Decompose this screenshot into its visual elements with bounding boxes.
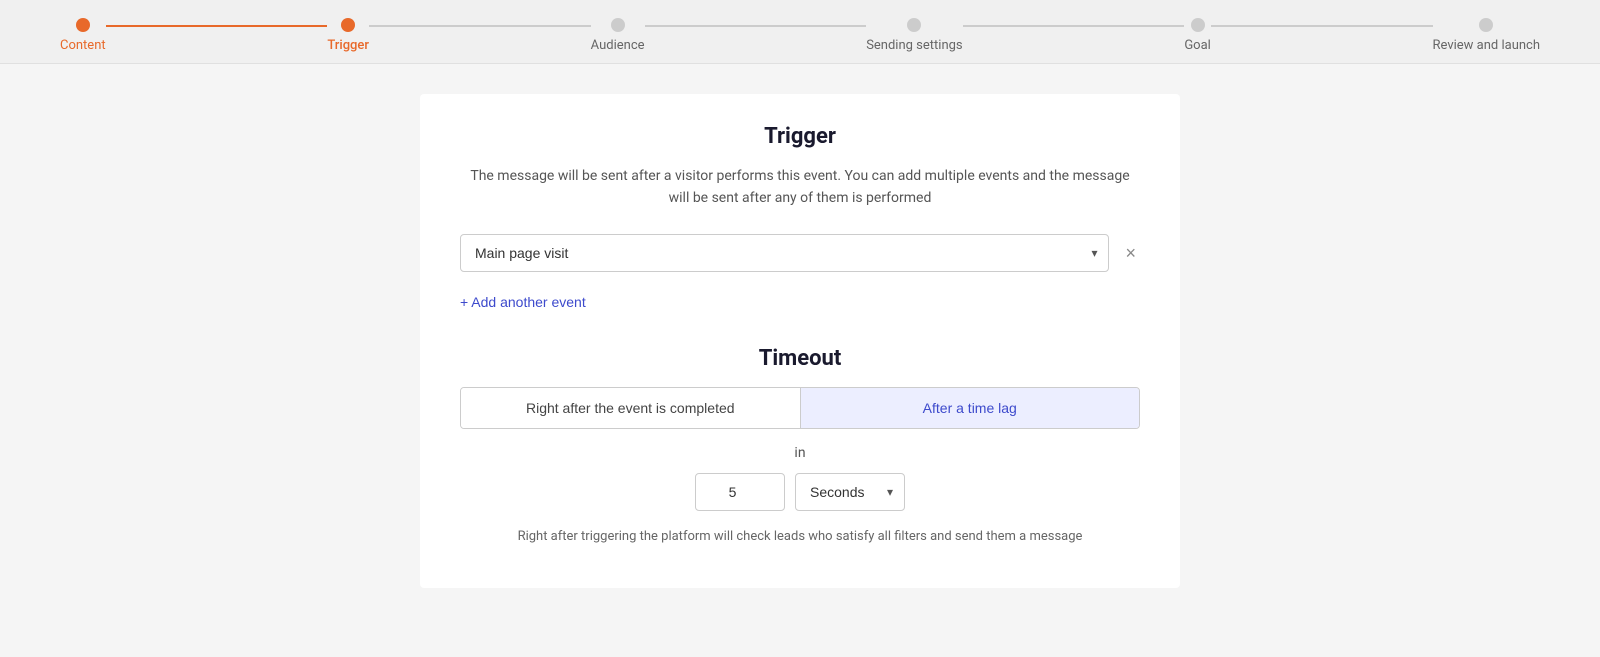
time-input-row: SecondsMinutesHoursDays ▾ — [460, 473, 1140, 511]
step-label-trigger: Trigger — [327, 38, 369, 53]
step-dot-content — [76, 18, 90, 32]
trigger-description: The message will be sent after a visitor… — [460, 165, 1140, 210]
step-label-review: Review and launch — [1433, 38, 1541, 53]
in-label: in — [460, 445, 1140, 461]
timeout-toggle-group: Right after the event is completed After… — [460, 387, 1140, 429]
progress-line-1 — [106, 25, 328, 27]
progress-header: Content Trigger Audience Sending setting… — [0, 0, 1600, 64]
step-dot-trigger — [341, 18, 355, 32]
step-dot-sending — [907, 18, 921, 32]
timeout-section: Timeout Right after the event is complet… — [460, 346, 1140, 548]
step-sending-settings[interactable]: Sending settings — [866, 18, 962, 53]
step-dot-audience — [611, 18, 625, 32]
progress-line-2 — [369, 25, 591, 27]
event-select[interactable]: Main page visit — [460, 234, 1109, 272]
time-number-input[interactable] — [695, 473, 785, 511]
remove-event-button[interactable]: × — [1121, 240, 1140, 266]
trigger-title: Trigger — [460, 124, 1140, 149]
step-dot-review — [1479, 18, 1493, 32]
time-unit-select-wrapper: SecondsMinutesHoursDays ▾ — [795, 473, 905, 511]
toggle-after-time-lag[interactable]: After a time lag — [801, 388, 1140, 428]
step-label-sending: Sending settings — [866, 38, 962, 53]
timeout-footer-note: Right after triggering the platform will… — [460, 527, 1140, 548]
step-label-audience: Audience — [591, 38, 645, 53]
main-content: Trigger The message will be sent after a… — [420, 94, 1180, 588]
progress-line-5 — [1211, 25, 1433, 27]
progress-line-4 — [963, 25, 1185, 27]
step-label-goal: Goal — [1184, 38, 1211, 53]
progress-line-3 — [645, 25, 867, 27]
step-review-launch[interactable]: Review and launch — [1433, 18, 1541, 53]
add-event-button[interactable]: + Add another event — [460, 288, 586, 316]
timeout-title: Timeout — [460, 346, 1140, 371]
step-content[interactable]: Content — [60, 18, 106, 53]
step-label-content: Content — [60, 38, 106, 53]
step-goal[interactable]: Goal — [1184, 18, 1211, 53]
event-row: Main page visit ▾ × — [460, 234, 1140, 272]
time-unit-select[interactable]: SecondsMinutesHoursDays — [795, 473, 905, 511]
progress-steps: Content Trigger Audience Sending setting… — [60, 18, 1540, 53]
step-dot-goal — [1191, 18, 1205, 32]
step-audience[interactable]: Audience — [591, 18, 645, 53]
step-trigger[interactable]: Trigger — [327, 18, 369, 53]
toggle-right-after[interactable]: Right after the event is completed — [461, 388, 801, 428]
event-select-wrapper: Main page visit ▾ — [460, 234, 1109, 272]
